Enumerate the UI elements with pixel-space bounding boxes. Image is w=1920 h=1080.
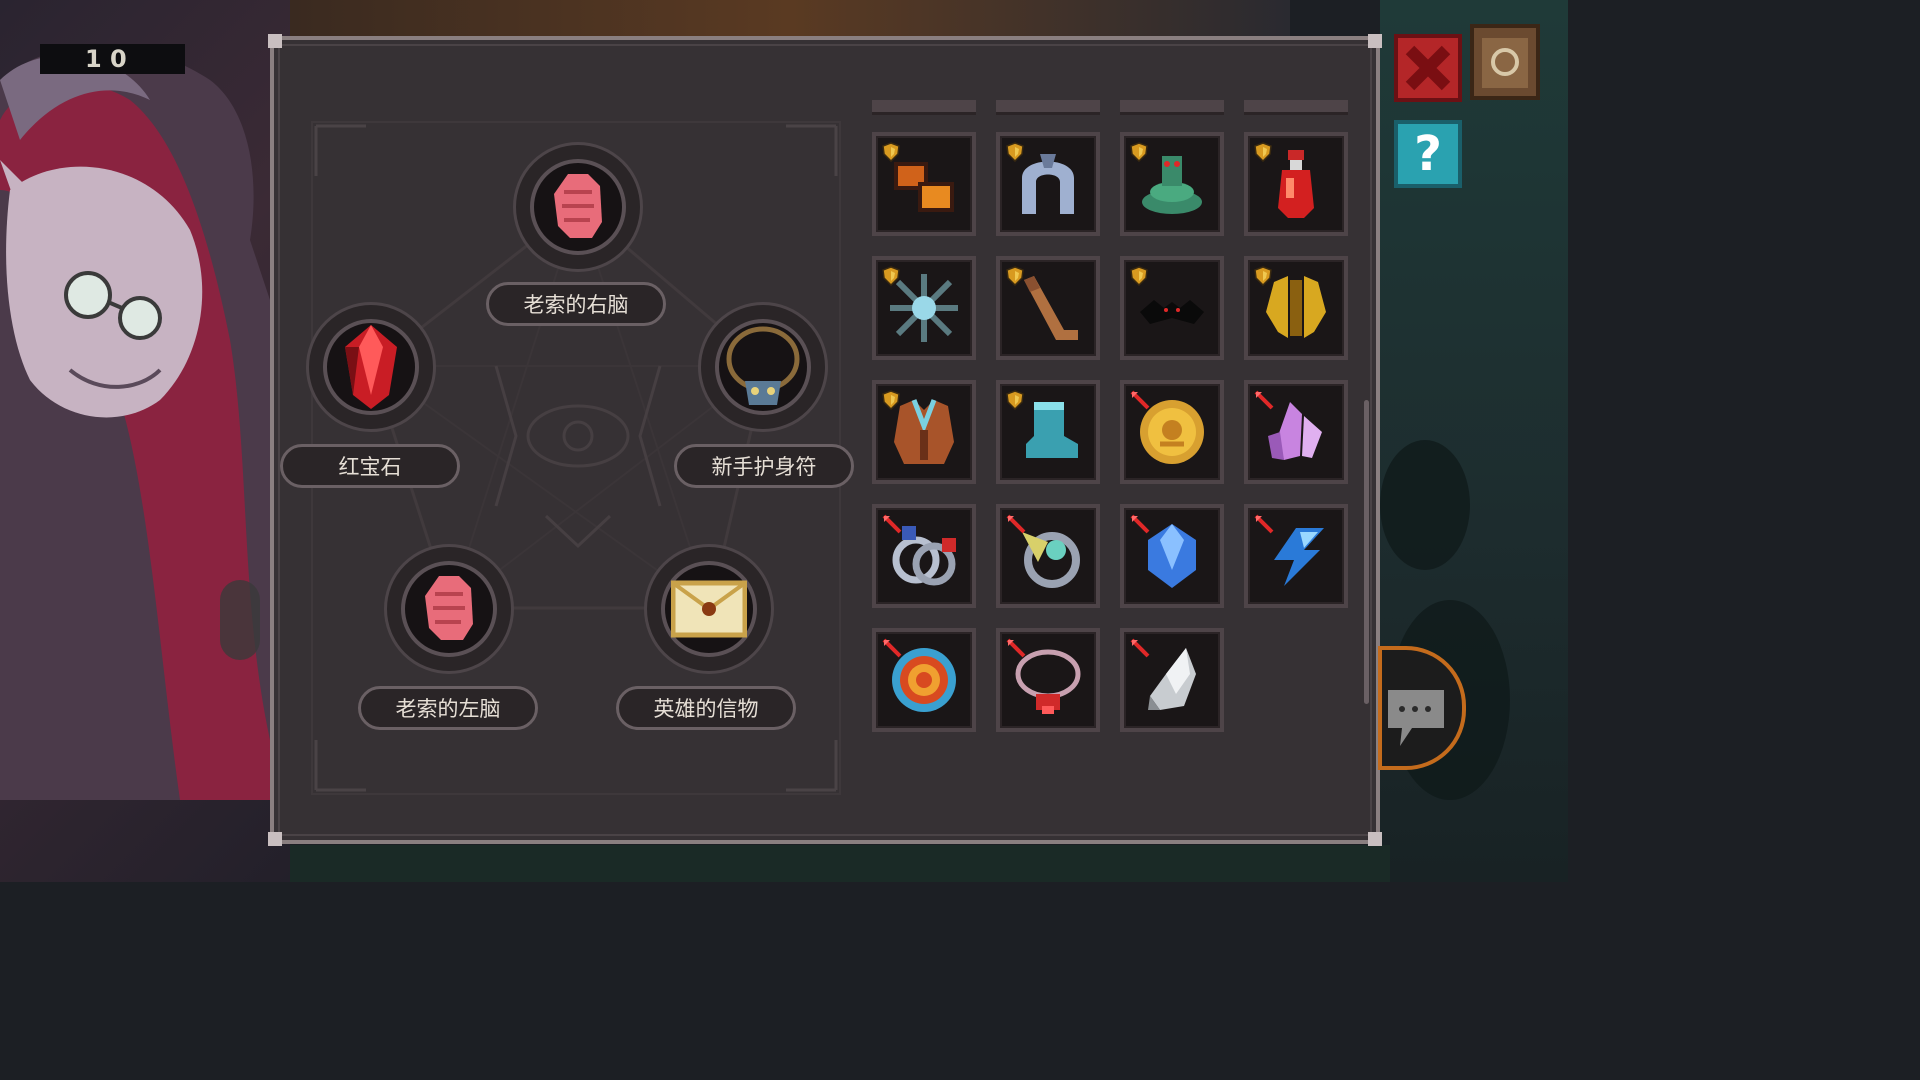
inventory-slot[interactable]: [996, 504, 1100, 608]
ritual-label-left-brain: 老索的左脑: [358, 686, 538, 730]
ritual-label-text: 老索的右脑: [523, 293, 629, 317]
inventory-slot[interactable]: [1244, 256, 1348, 360]
ritual-label-hero-token: 英雄的信物: [616, 686, 796, 730]
panel-corner: [1368, 832, 1382, 846]
inventory-slot[interactable]: [996, 132, 1100, 236]
ritual-slot-right-brain[interactable]: [513, 142, 643, 272]
close-button[interactable]: [1394, 34, 1462, 102]
ritual-slot-ruby[interactable]: [306, 302, 436, 432]
inventory-slot[interactable]: [872, 256, 976, 360]
backpack-button[interactable]: [1470, 24, 1540, 100]
inventory-slot[interactable]: [872, 380, 976, 484]
help-button[interactable]: ?: [1394, 120, 1462, 188]
panel-corner: [1368, 34, 1382, 48]
shield-badge-icon: [1130, 266, 1148, 287]
scene-background-bottom: [290, 845, 1390, 882]
ritual-circle: 老索的右脑 红宝石 新手护身符 老索的左脑 英雄的信物: [280, 116, 854, 800]
backpack-icon: [1482, 38, 1528, 88]
ritual-label-text: 新手护身符: [711, 455, 817, 479]
unavailable-badge-icon: [1130, 638, 1150, 658]
shield-badge-icon: [1006, 266, 1024, 287]
close-icon: [1405, 45, 1451, 91]
ritual-label-right-brain: 老索的右脑: [486, 282, 666, 326]
grid-row-clipped: [872, 100, 976, 115]
unavailable-badge-icon: [882, 638, 902, 658]
inventory-slot[interactable]: [1120, 132, 1224, 236]
shield-badge-icon: [882, 390, 900, 411]
ritual-slot-hero-token[interactable]: [644, 544, 774, 674]
inventory-slot[interactable]: [1120, 628, 1224, 732]
ritual-slot-left-brain[interactable]: [384, 544, 514, 674]
chat-bubble-icon: [1388, 690, 1444, 746]
inventory-slot[interactable]: [1244, 380, 1348, 484]
shield-badge-icon: [1006, 142, 1024, 163]
chat-button[interactable]: [1378, 646, 1466, 770]
unavailable-badge-icon: [1254, 514, 1274, 534]
inventory-slot[interactable]: [872, 132, 976, 236]
inventory-slot[interactable]: [996, 380, 1100, 484]
slot-socket: [715, 319, 811, 415]
inventory-slot[interactable]: [1120, 504, 1224, 608]
letter-icon: [671, 580, 747, 638]
hud-counter-text: 1 0: [85, 45, 127, 73]
ritual-label-text: 英雄的信物: [653, 697, 759, 721]
shield-badge-icon: [1006, 390, 1024, 411]
inventory-slot[interactable]: [996, 628, 1100, 732]
unavailable-badge-icon: [1254, 390, 1274, 410]
inventory-slot[interactable]: [1244, 504, 1348, 608]
brain-icon: [425, 576, 473, 640]
amulet-icon: [726, 326, 800, 405]
ruby-icon: [345, 325, 397, 409]
slot-socket: [323, 319, 419, 415]
unavailable-badge-icon: [1130, 390, 1150, 410]
ritual-label-amulet: 新手护身符: [674, 444, 854, 488]
inventory-slot[interactable]: [1120, 380, 1224, 484]
shield-badge-icon: [1254, 266, 1272, 287]
slot-socket: [401, 561, 497, 657]
grid-row-clipped: [1120, 100, 1224, 115]
unavailable-badge-icon: [1130, 514, 1150, 534]
shield-badge-icon: [882, 266, 900, 287]
grid-row-clipped: [1244, 100, 1348, 115]
grid-row-clipped: [996, 100, 1100, 115]
hud-counter: 1 0: [40, 44, 185, 74]
inventory-scrollbar[interactable]: [1364, 400, 1369, 704]
brain-icon: [554, 174, 602, 238]
help-icon: ?: [1414, 126, 1442, 182]
panel-corner: [268, 34, 282, 48]
inventory-slot[interactable]: [872, 628, 976, 732]
unavailable-badge-icon: [1006, 638, 1026, 658]
ritual-label-text: 红宝石: [338, 455, 402, 479]
unavailable-badge-icon: [1006, 514, 1026, 534]
inventory-slot[interactable]: [1120, 256, 1224, 360]
character-portrait: [0, 46, 270, 800]
inventory-slot[interactable]: [996, 256, 1100, 360]
inventory-slot[interactable]: [1244, 132, 1348, 236]
shield-badge-icon: [1254, 142, 1272, 163]
panel-corner: [268, 832, 282, 846]
slot-socket: [661, 561, 757, 657]
ritual-slot-amulet[interactable]: [698, 302, 828, 432]
slot-socket: [530, 159, 626, 255]
dimmed-joystick: [1380, 440, 1470, 570]
ritual-label-text: 老索的左脑: [395, 697, 501, 721]
scene-background-top: [290, 0, 1290, 40]
unavailable-badge-icon: [882, 514, 902, 534]
inventory-slot[interactable]: [872, 504, 976, 608]
shield-badge-icon: [882, 142, 900, 163]
shield-badge-icon: [1130, 142, 1148, 163]
ritual-label-ruby: 红宝石: [280, 444, 460, 488]
